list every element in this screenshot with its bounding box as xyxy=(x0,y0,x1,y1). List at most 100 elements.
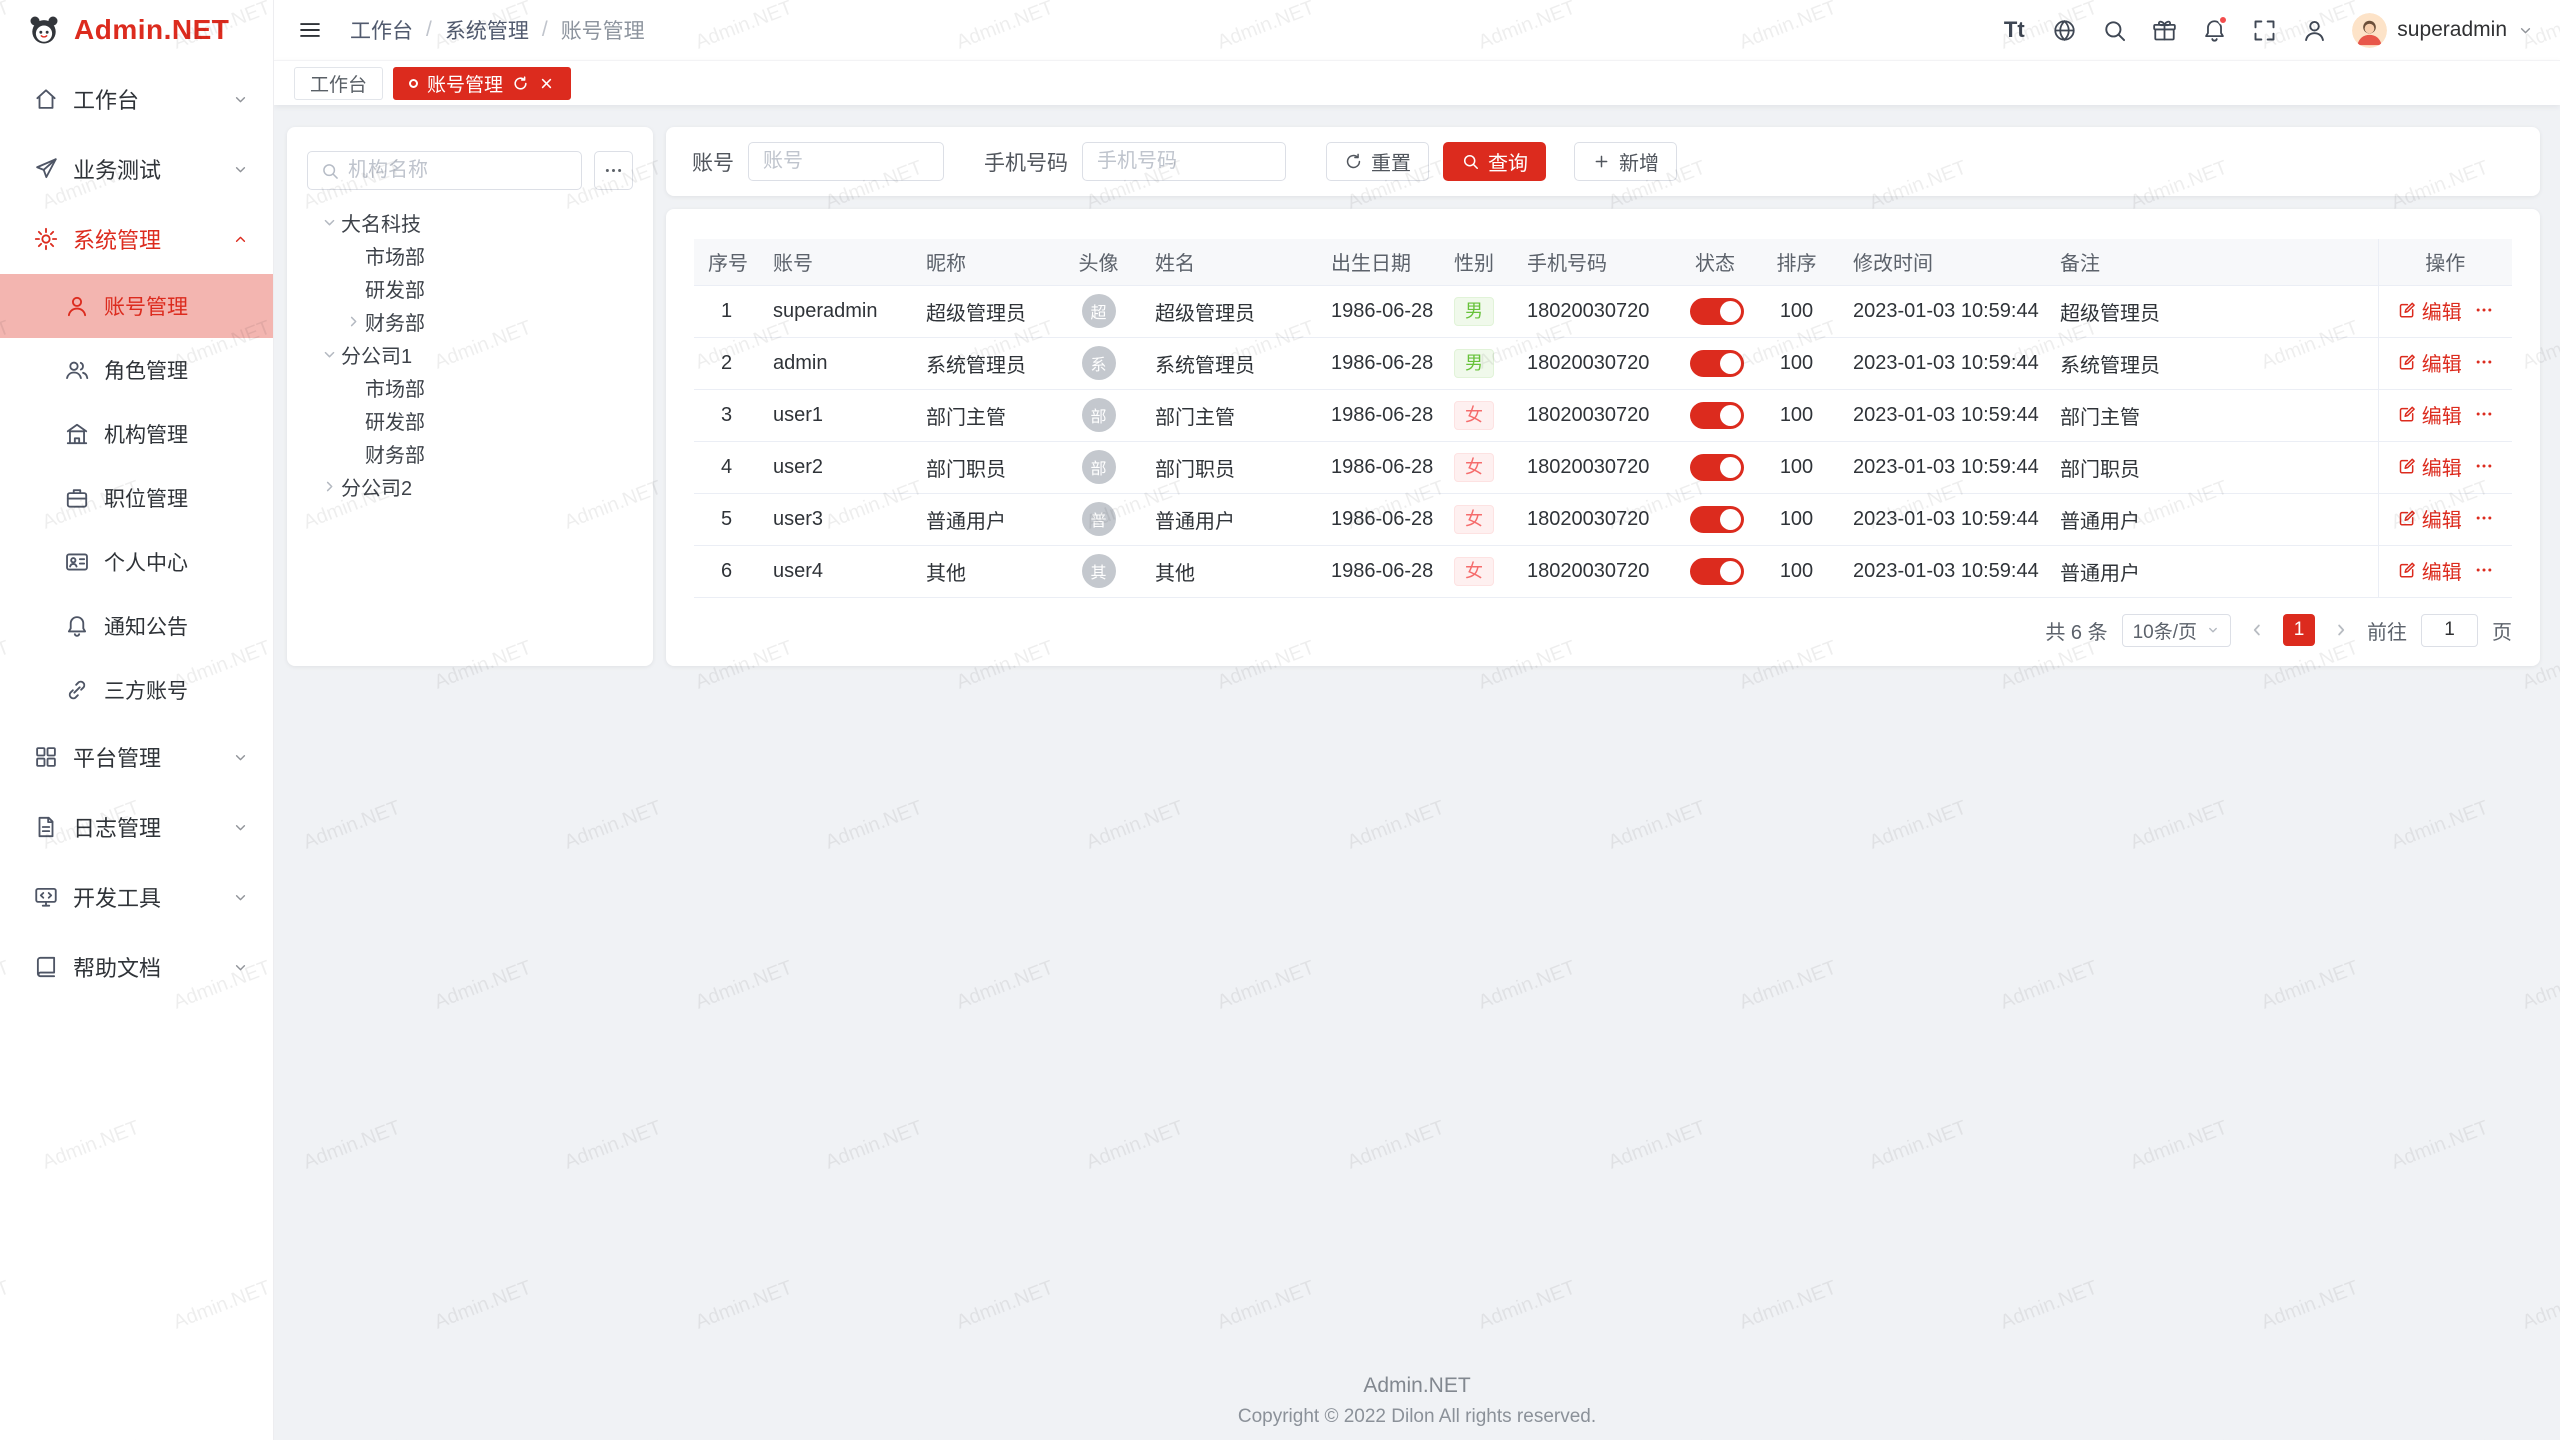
tree-more-button[interactable] xyxy=(594,151,633,190)
sidebar-item-help-docs[interactable]: 帮助文档 xyxy=(0,932,273,1002)
tree-node[interactable]: 分公司1 xyxy=(307,338,633,371)
account-input[interactable] xyxy=(748,142,944,181)
sidebar-item-thirdparty-account[interactable]: 三方账号 xyxy=(0,658,273,722)
status-toggle[interactable] xyxy=(1690,298,1744,325)
sidebar-item-dev-tools[interactable]: 开发工具 xyxy=(0,862,273,932)
sidebar-item-role-mgmt[interactable]: 角色管理 xyxy=(0,338,273,402)
search-label: 查询 xyxy=(1488,147,1528,176)
org-tree: 大名科技市场部研发部财务部分公司1市场部研发部财务部分公司2 xyxy=(307,206,633,503)
more-actions-button[interactable] xyxy=(2474,508,2494,528)
tree-caret-icon[interactable] xyxy=(317,211,341,235)
add-button[interactable]: 新增 xyxy=(1574,142,1677,181)
sidebar-item-account-mgmt[interactable]: 账号管理 xyxy=(0,274,273,338)
more-actions-button[interactable] xyxy=(2474,404,2494,424)
tree-node[interactable]: 研发部 xyxy=(307,404,633,437)
sidebar-item-notice[interactable]: 通知公告 xyxy=(0,594,273,658)
theme-button[interactable] xyxy=(2142,8,2186,52)
tab-label: 工作台 xyxy=(310,70,367,97)
user-menu[interactable]: superadmin xyxy=(2352,13,2534,48)
tab-account-mgmt[interactable]: 账号管理 xyxy=(393,67,571,100)
edit-button[interactable]: 编辑 xyxy=(2397,400,2462,429)
tab-workbench[interactable]: 工作台 xyxy=(294,67,383,100)
phone-input[interactable] xyxy=(1082,142,1286,181)
reset-label: 重置 xyxy=(1371,147,1411,176)
layout-config-button[interactable] xyxy=(2292,8,2336,52)
sidebar-item-workbench[interactable]: 工作台 xyxy=(0,64,273,134)
status-toggle[interactable] xyxy=(1690,506,1744,533)
cell-gender: 男 xyxy=(1435,337,1513,389)
user-icon xyxy=(64,293,90,319)
tree-node[interactable]: 财务部 xyxy=(307,305,633,338)
cell-sort: 100 xyxy=(1754,545,1839,597)
cell-sort: 100 xyxy=(1754,337,1839,389)
status-toggle[interactable] xyxy=(1690,402,1744,429)
cell-nickname: 部门主管 xyxy=(912,389,1056,441)
edit-button[interactable]: 编辑 xyxy=(2397,556,2462,585)
more-actions-button[interactable] xyxy=(2474,560,2494,580)
tree-node[interactable]: 研发部 xyxy=(307,272,633,305)
sidebar-item-org-mgmt[interactable]: 机构管理 xyxy=(0,402,273,466)
breadcrumb-item[interactable]: 系统管理 xyxy=(445,15,529,45)
more-actions-button[interactable] xyxy=(2474,352,2494,372)
search-button[interactable]: 查询 xyxy=(1443,142,1546,181)
cell-account: superadmin xyxy=(759,285,912,337)
more-actions-button[interactable] xyxy=(2474,456,2494,476)
tree-node[interactable]: 分公司2 xyxy=(307,470,633,503)
close-icon[interactable] xyxy=(538,75,555,92)
edit-button[interactable]: 编辑 xyxy=(2397,504,2462,533)
page-size-select[interactable]: 10条/页 xyxy=(2122,614,2231,647)
sidebar-item-profile-center[interactable]: 个人中心 xyxy=(0,530,273,594)
language-button[interactable] xyxy=(2042,8,2086,52)
reset-button[interactable]: 重置 xyxy=(1326,142,1429,181)
cell-index: 1 xyxy=(694,285,759,337)
cell-index: 5 xyxy=(694,493,759,545)
tree-node[interactable]: 财务部 xyxy=(307,437,633,470)
cell-modified: 2023-01-03 10:59:44 xyxy=(1839,389,2046,441)
org-search-input[interactable] xyxy=(348,159,569,182)
global-search-button[interactable] xyxy=(2092,8,2136,52)
cell-phone: 18020030720 xyxy=(1513,337,1676,389)
next-page-button[interactable] xyxy=(2329,618,2353,642)
prev-page-button[interactable] xyxy=(2245,618,2269,642)
edit-button[interactable]: 编辑 xyxy=(2397,452,2462,481)
tree-node[interactable]: 大名科技 xyxy=(307,206,633,239)
edit-button[interactable]: 编辑 xyxy=(2397,348,2462,377)
sidebar-item-position-mgmt[interactable]: 职位管理 xyxy=(0,466,273,530)
cell-account: admin xyxy=(759,337,912,389)
cell-modified: 2023-01-03 10:59:44 xyxy=(1839,285,2046,337)
sidebar-item-business-test[interactable]: 业务测试 xyxy=(0,134,273,204)
sidebar-item-platform-mgmt[interactable]: 平台管理 xyxy=(0,722,273,792)
menu-collapse-icon[interactable] xyxy=(290,10,330,50)
cell-phone: 18020030720 xyxy=(1513,493,1676,545)
notification-button[interactable] xyxy=(2192,8,2236,52)
tree-node[interactable]: 市场部 xyxy=(307,371,633,404)
logo[interactable]: Admin.NET xyxy=(0,0,273,60)
fullscreen-button[interactable] xyxy=(2242,8,2286,52)
cell-name: 系统管理员 xyxy=(1141,337,1317,389)
tree-caret-icon[interactable] xyxy=(341,310,365,334)
cell-gender: 女 xyxy=(1435,493,1513,545)
tree-node[interactable]: 市场部 xyxy=(307,239,633,272)
gender-tag: 女 xyxy=(1454,505,1494,534)
status-toggle[interactable] xyxy=(1690,454,1744,481)
cell-modified: 2023-01-03 10:59:44 xyxy=(1839,441,2046,493)
status-toggle[interactable] xyxy=(1690,558,1744,585)
status-toggle[interactable] xyxy=(1690,350,1744,377)
refresh-icon[interactable] xyxy=(512,75,529,92)
sidebar-item-label: 平台管理 xyxy=(73,741,218,773)
sidebar-item-system[interactable]: 系统管理 xyxy=(0,204,273,274)
user-table-body: 1superadmin超级管理员超超级管理员1986-06-28男1802003… xyxy=(694,285,2512,597)
goto-page-input[interactable] xyxy=(2421,614,2478,647)
breadcrumb-item-current: 账号管理 xyxy=(561,15,645,45)
chevron-down-icon xyxy=(232,749,249,766)
more-actions-button[interactable] xyxy=(2474,300,2494,320)
breadcrumb-item[interactable]: 工作台 xyxy=(350,15,413,45)
tree-caret-icon[interactable] xyxy=(317,343,341,367)
font-size-button[interactable]: Tt xyxy=(1992,8,2036,52)
sidebar-item-log-mgmt[interactable]: 日志管理 xyxy=(0,792,273,862)
tree-caret-icon[interactable] xyxy=(317,475,341,499)
edit-label: 编辑 xyxy=(2422,348,2462,377)
page-number-current[interactable]: 1 xyxy=(2283,614,2315,646)
breadcrumb-separator: / xyxy=(426,18,432,42)
edit-button[interactable]: 编辑 xyxy=(2397,296,2462,325)
